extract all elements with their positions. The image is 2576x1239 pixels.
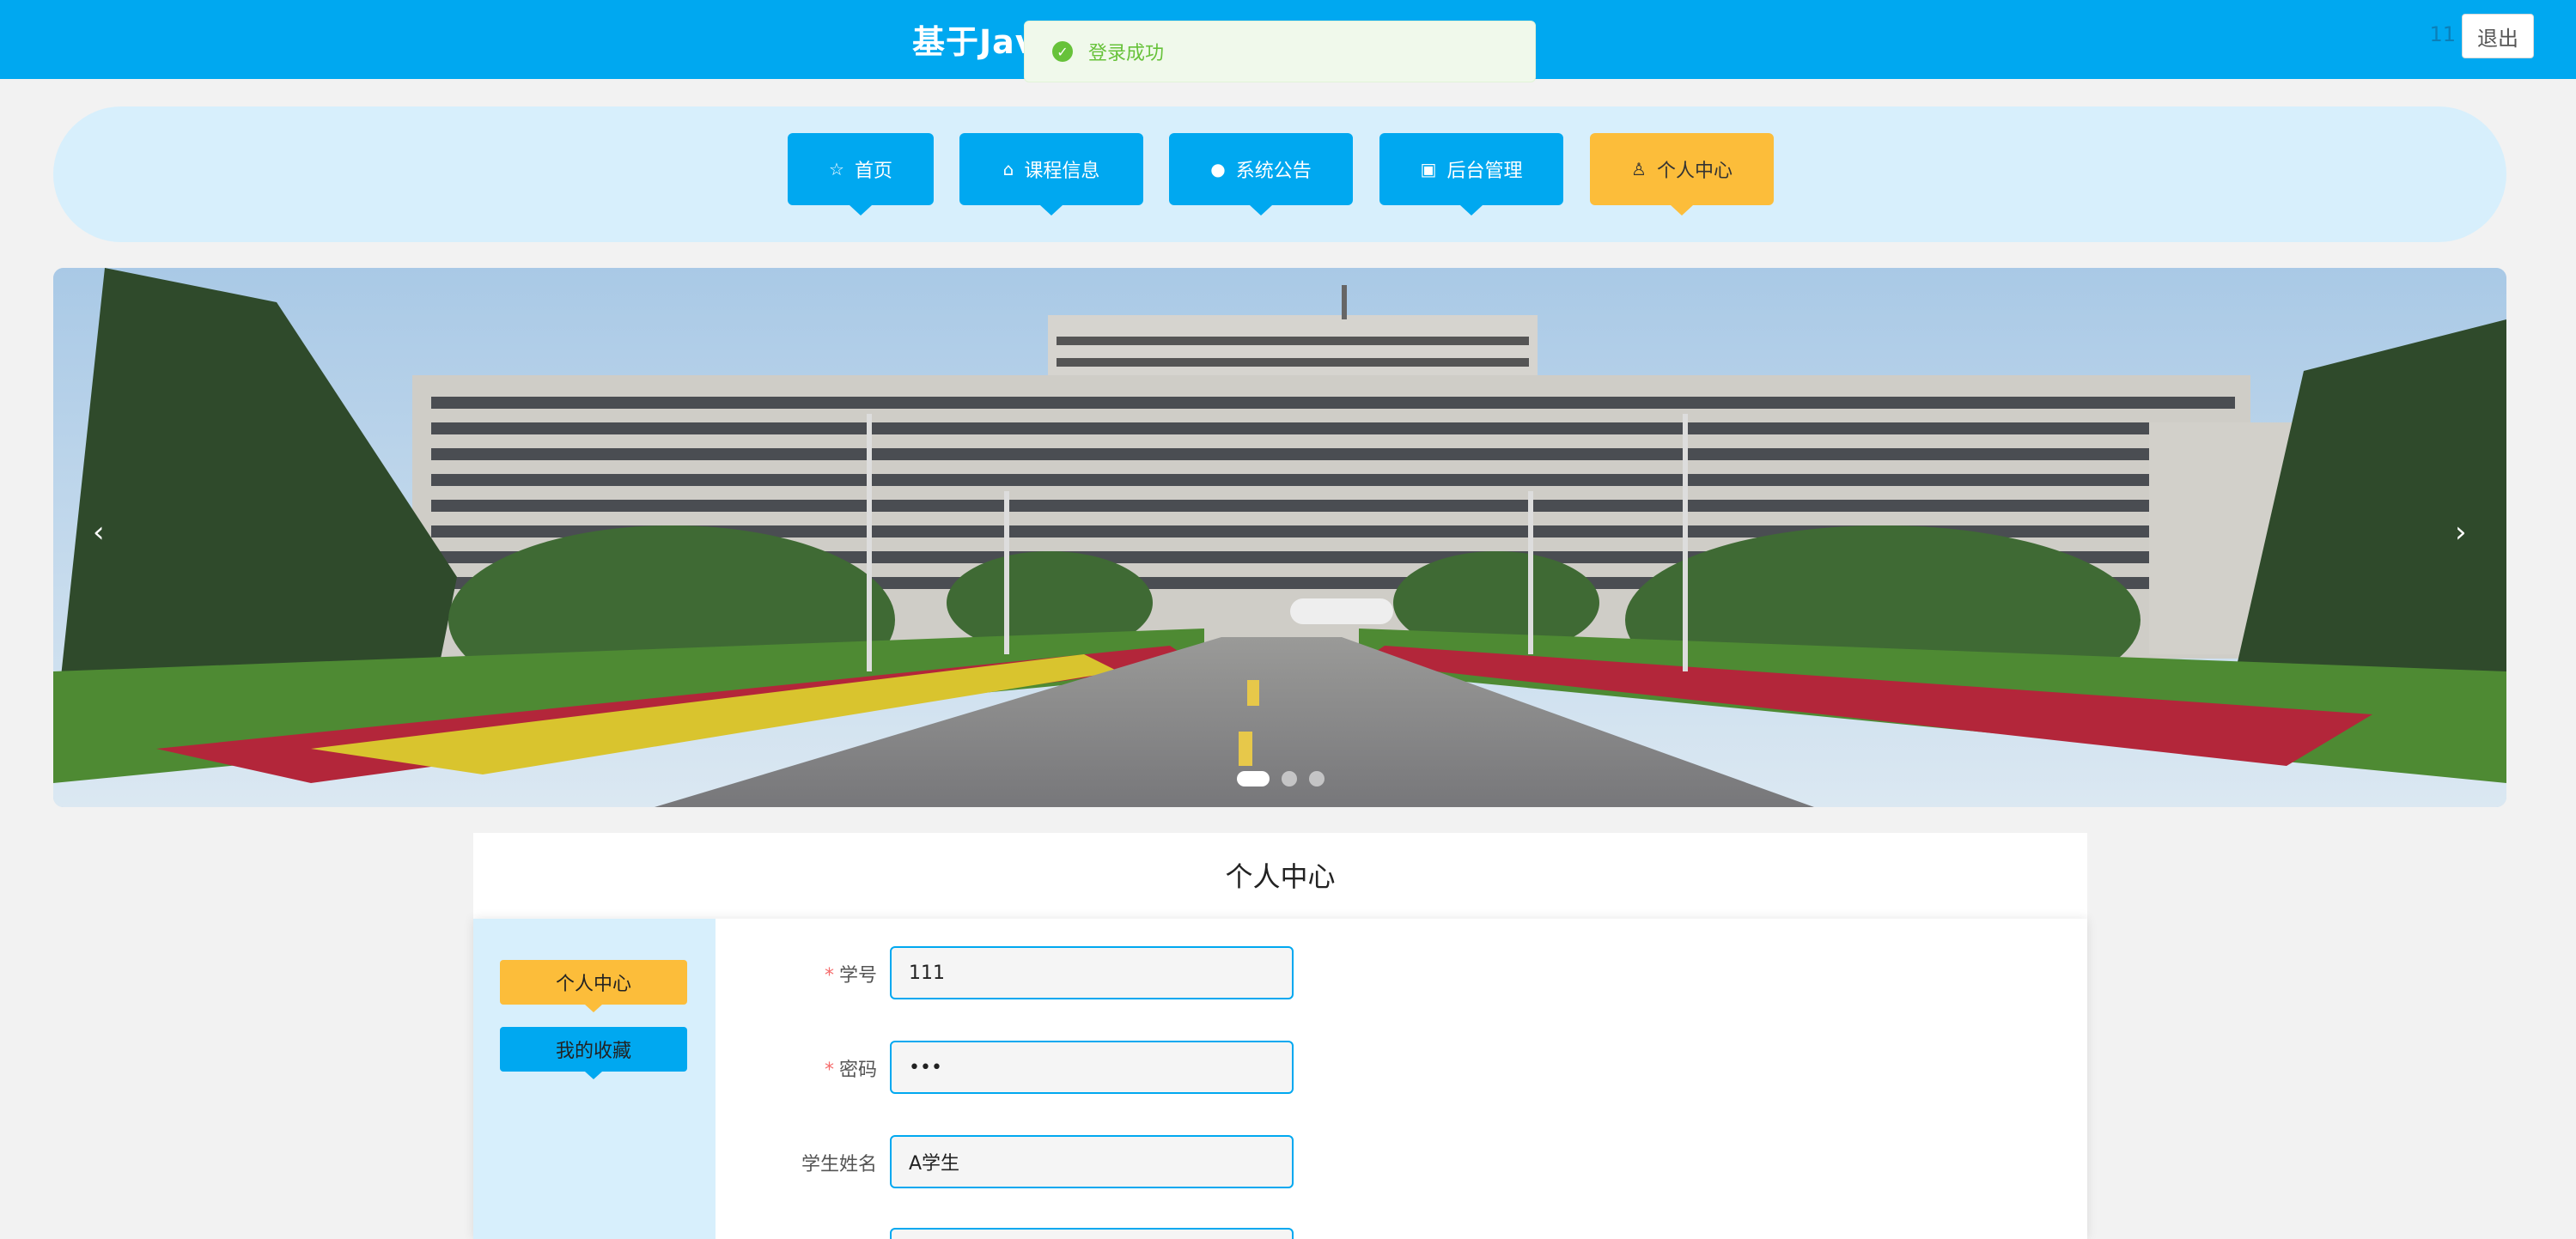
- nav-item-home[interactable]: ☆ 首页: [788, 133, 934, 216]
- nav-item-announcements[interactable]: ● 系统公告: [1169, 133, 1353, 216]
- nav-item-label: 个人中心: [1656, 161, 1733, 182]
- logout-button[interactable]: 退出: [2462, 14, 2534, 58]
- star-icon: ☆: [829, 159, 844, 179]
- nav-item-label: 后台管理: [1446, 161, 1523, 182]
- sidebar-item-profile[interactable]: 个人中心: [500, 960, 687, 1012]
- nav-item-admin[interactable]: ▣ 后台管理: [1379, 133, 1563, 216]
- nav-item-label: 系统公告: [1235, 161, 1312, 182]
- banner-carousel: [53, 268, 2506, 807]
- required-asterisk: *: [824, 965, 834, 987]
- carousel-indicators: [1237, 771, 1325, 787]
- bag-icon: ⌂: [1002, 159, 1014, 179]
- carousel-dot[interactable]: [1282, 771, 1297, 787]
- username-label: 11: [2429, 22, 2456, 46]
- profile-section: 个人中心 个人中心 我的收藏 *学号 *密码 学生姓名: [473, 833, 2087, 1239]
- sidebar-item-favorites[interactable]: 我的收藏: [500, 1027, 687, 1079]
- nav-item-courses[interactable]: ⌂ 课程信息: [959, 133, 1143, 216]
- carousel-prev-arrow[interactable]: ‹: [93, 515, 105, 550]
- page-title: 个人中心: [1225, 860, 1336, 893]
- password-input[interactable]: [890, 1041, 1294, 1094]
- required-asterisk: *: [824, 1060, 834, 1081]
- carousel-dot[interactable]: [1309, 771, 1325, 787]
- user-icon: ♙: [1631, 159, 1647, 179]
- nav-item-label: 课程信息: [1024, 161, 1100, 182]
- carousel-next-arrow[interactable]: ›: [2455, 515, 2467, 550]
- next-field-input[interactable]: [890, 1228, 1294, 1239]
- student-name-label: 学生姓名: [801, 1154, 877, 1175]
- student-id-label: * 学号: [824, 965, 877, 987]
- carousel-dot[interactable]: [1237, 771, 1270, 787]
- site-title: 基于Jav: [912, 23, 1038, 61]
- campus-photo: [53, 268, 2506, 807]
- profile-panel: 个人中心 我的收藏 *学号 *密码 学生姓名: [473, 919, 2087, 1239]
- info-icon: ●: [1210, 159, 1226, 179]
- nav-item-label: 首页: [854, 161, 892, 182]
- success-toast: ✓ 登录成功: [1024, 21, 1536, 82]
- password-label: * 密码: [824, 1060, 877, 1081]
- check-circle-icon: ✓: [1052, 41, 1073, 62]
- student-id-input[interactable]: [890, 946, 1294, 999]
- profile-sidebar: 个人中心 我的收藏: [473, 919, 716, 1239]
- toast-message: 登录成功: [1088, 43, 1165, 64]
- nav-item-profile[interactable]: ♙ 个人中心: [1590, 133, 1774, 216]
- student-name-input[interactable]: [890, 1135, 1294, 1188]
- briefcase-icon: ▣: [1420, 159, 1437, 179]
